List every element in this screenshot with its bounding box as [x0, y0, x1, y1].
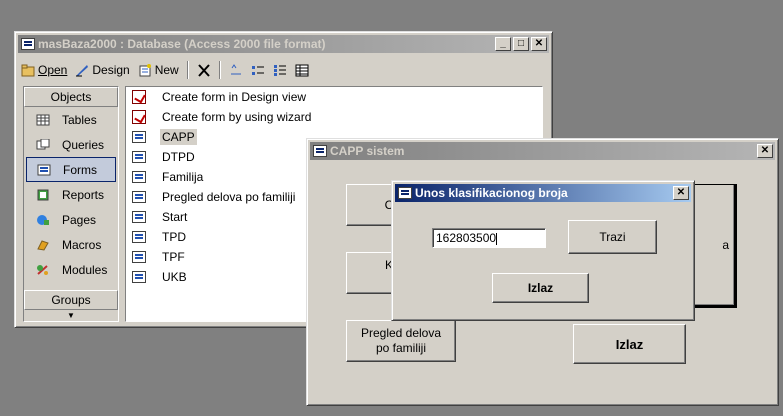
list-item-label: Create form in Design view: [162, 90, 307, 104]
list-item-label: CAPP: [160, 129, 197, 145]
object-label: Queries: [62, 137, 105, 152]
form-window-icon: [313, 145, 327, 157]
form-icon: [132, 251, 146, 263]
list-item-label: UKB: [162, 270, 187, 284]
list-item-label: TPF: [162, 250, 185, 264]
object-reports[interactable]: Reports: [26, 182, 116, 207]
object-label: Macros: [62, 237, 102, 252]
small-icons-icon[interactable]: [251, 64, 265, 77]
pregled-label-2: po familiji: [375, 341, 426, 355]
database-toolbar: Open Design New: [21, 58, 546, 82]
list-item-label: DTPD: [162, 150, 195, 164]
groups-header[interactable]: Groups: [24, 290, 118, 310]
dialog-title: Unos klasifikacionog broja: [415, 186, 568, 200]
database-titlebar[interactable]: masBaza2000 : Database (Access 2000 file…: [18, 35, 549, 53]
close-button[interactable]: ✕: [757, 144, 773, 158]
database-window-icon: [21, 38, 35, 50]
list-item-label: Start: [162, 210, 188, 224]
object-queries[interactable]: Queries: [26, 132, 116, 157]
list-item[interactable]: Create form in Design view: [126, 87, 542, 107]
object-macros[interactable]: Macros: [26, 232, 116, 257]
dialog-close-button[interactable]: ✕: [673, 186, 689, 200]
page-icon: [37, 214, 49, 225]
dialog-izlaz-button[interactable]: Izlaz: [492, 273, 589, 303]
object-label: Forms: [63, 162, 97, 177]
wizard-icon: [132, 110, 146, 124]
open-folder-icon: [21, 64, 35, 76]
object-tables[interactable]: Tables: [26, 107, 116, 132]
right-button[interactable]: a: [694, 184, 737, 308]
right-button-label: a: [722, 238, 729, 252]
list-item-label: TPD: [162, 230, 186, 244]
design-button[interactable]: Design: [75, 63, 130, 77]
details-icon[interactable]: [295, 64, 309, 77]
query-icon: [36, 138, 50, 149]
form-icon: [132, 191, 146, 203]
close-button[interactable]: ✕: [531, 37, 547, 51]
table-icon: [36, 114, 50, 125]
capp-titlebar[interactable]: CAPP sistem ✕: [310, 142, 775, 160]
design-label: Design: [92, 63, 130, 77]
object-label: Pages: [62, 212, 97, 227]
trazi-button[interactable]: Trazi: [568, 220, 657, 254]
form-window-icon: [398, 187, 412, 199]
maximize-button[interactable]: □: [513, 37, 529, 51]
large-icons-icon[interactable]: [229, 63, 243, 77]
minimize-button[interactable]: _: [495, 37, 511, 51]
open-label: Open: [38, 63, 68, 77]
objects-header[interactable]: Objects: [24, 87, 118, 107]
input-value: 162803500: [436, 231, 497, 245]
object-forms[interactable]: Forms: [26, 157, 116, 182]
list-icon[interactable]: [273, 64, 287, 77]
dialog-titlebar[interactable]: Unos klasifikacionog broja ✕: [395, 184, 691, 202]
toolbar-separator: [186, 61, 189, 79]
form-icon: [37, 164, 51, 175]
module-icon: [37, 264, 48, 275]
form-icon: [132, 271, 146, 283]
database-window-title: masBaza2000 : Database (Access 2000 file…: [38, 37, 326, 51]
object-pages[interactable]: Pages: [26, 207, 116, 232]
pregled-label-1: Pregled delova: [360, 326, 442, 340]
object-label: Reports: [62, 187, 105, 202]
object-modules[interactable]: Modules: [26, 257, 116, 282]
open-button[interactable]: Open: [21, 63, 67, 77]
new-button[interactable]: New: [138, 63, 179, 77]
object-label: Modules: [62, 262, 108, 277]
report-icon: [37, 189, 49, 200]
new-object-icon: [139, 63, 151, 76]
object-label: Tables: [62, 112, 97, 127]
form-icon: [132, 131, 146, 143]
form-icon: [132, 231, 146, 243]
pregled-delova-button[interactable]: Pregled delova po familiji: [346, 320, 456, 362]
list-item-label: Pregled delova po familiji: [162, 190, 296, 204]
list-item[interactable]: Create form by using wizard: [126, 107, 542, 127]
form-icon: [132, 211, 146, 223]
capp-window-title: CAPP sistem: [330, 144, 405, 158]
groups-expand-icon[interactable]: ▼: [24, 310, 118, 322]
capp-izlaz-button[interactable]: Izlaz: [573, 324, 686, 364]
form-icon: [132, 151, 146, 163]
new-label: New: [154, 63, 179, 77]
klasifikacioni-broj-input[interactable]: 162803500: [432, 228, 546, 248]
form-icon: [132, 171, 146, 183]
design-ruler-icon: [76, 64, 89, 76]
toolbar-separator: [218, 61, 221, 79]
delete-x-icon[interactable]: [197, 63, 211, 77]
objects-panel: Objects Tables Queries Forms Reports Pag…: [23, 86, 119, 322]
text-caret: [496, 232, 498, 245]
unos-dialog: Unos klasifikacionog broja ✕ 162803500 T…: [391, 180, 695, 321]
list-item-label: Create form by using wizard: [162, 110, 312, 124]
list-item-label: Familija: [162, 170, 204, 184]
design-view-icon: [132, 90, 146, 104]
macro-icon: [37, 239, 49, 251]
